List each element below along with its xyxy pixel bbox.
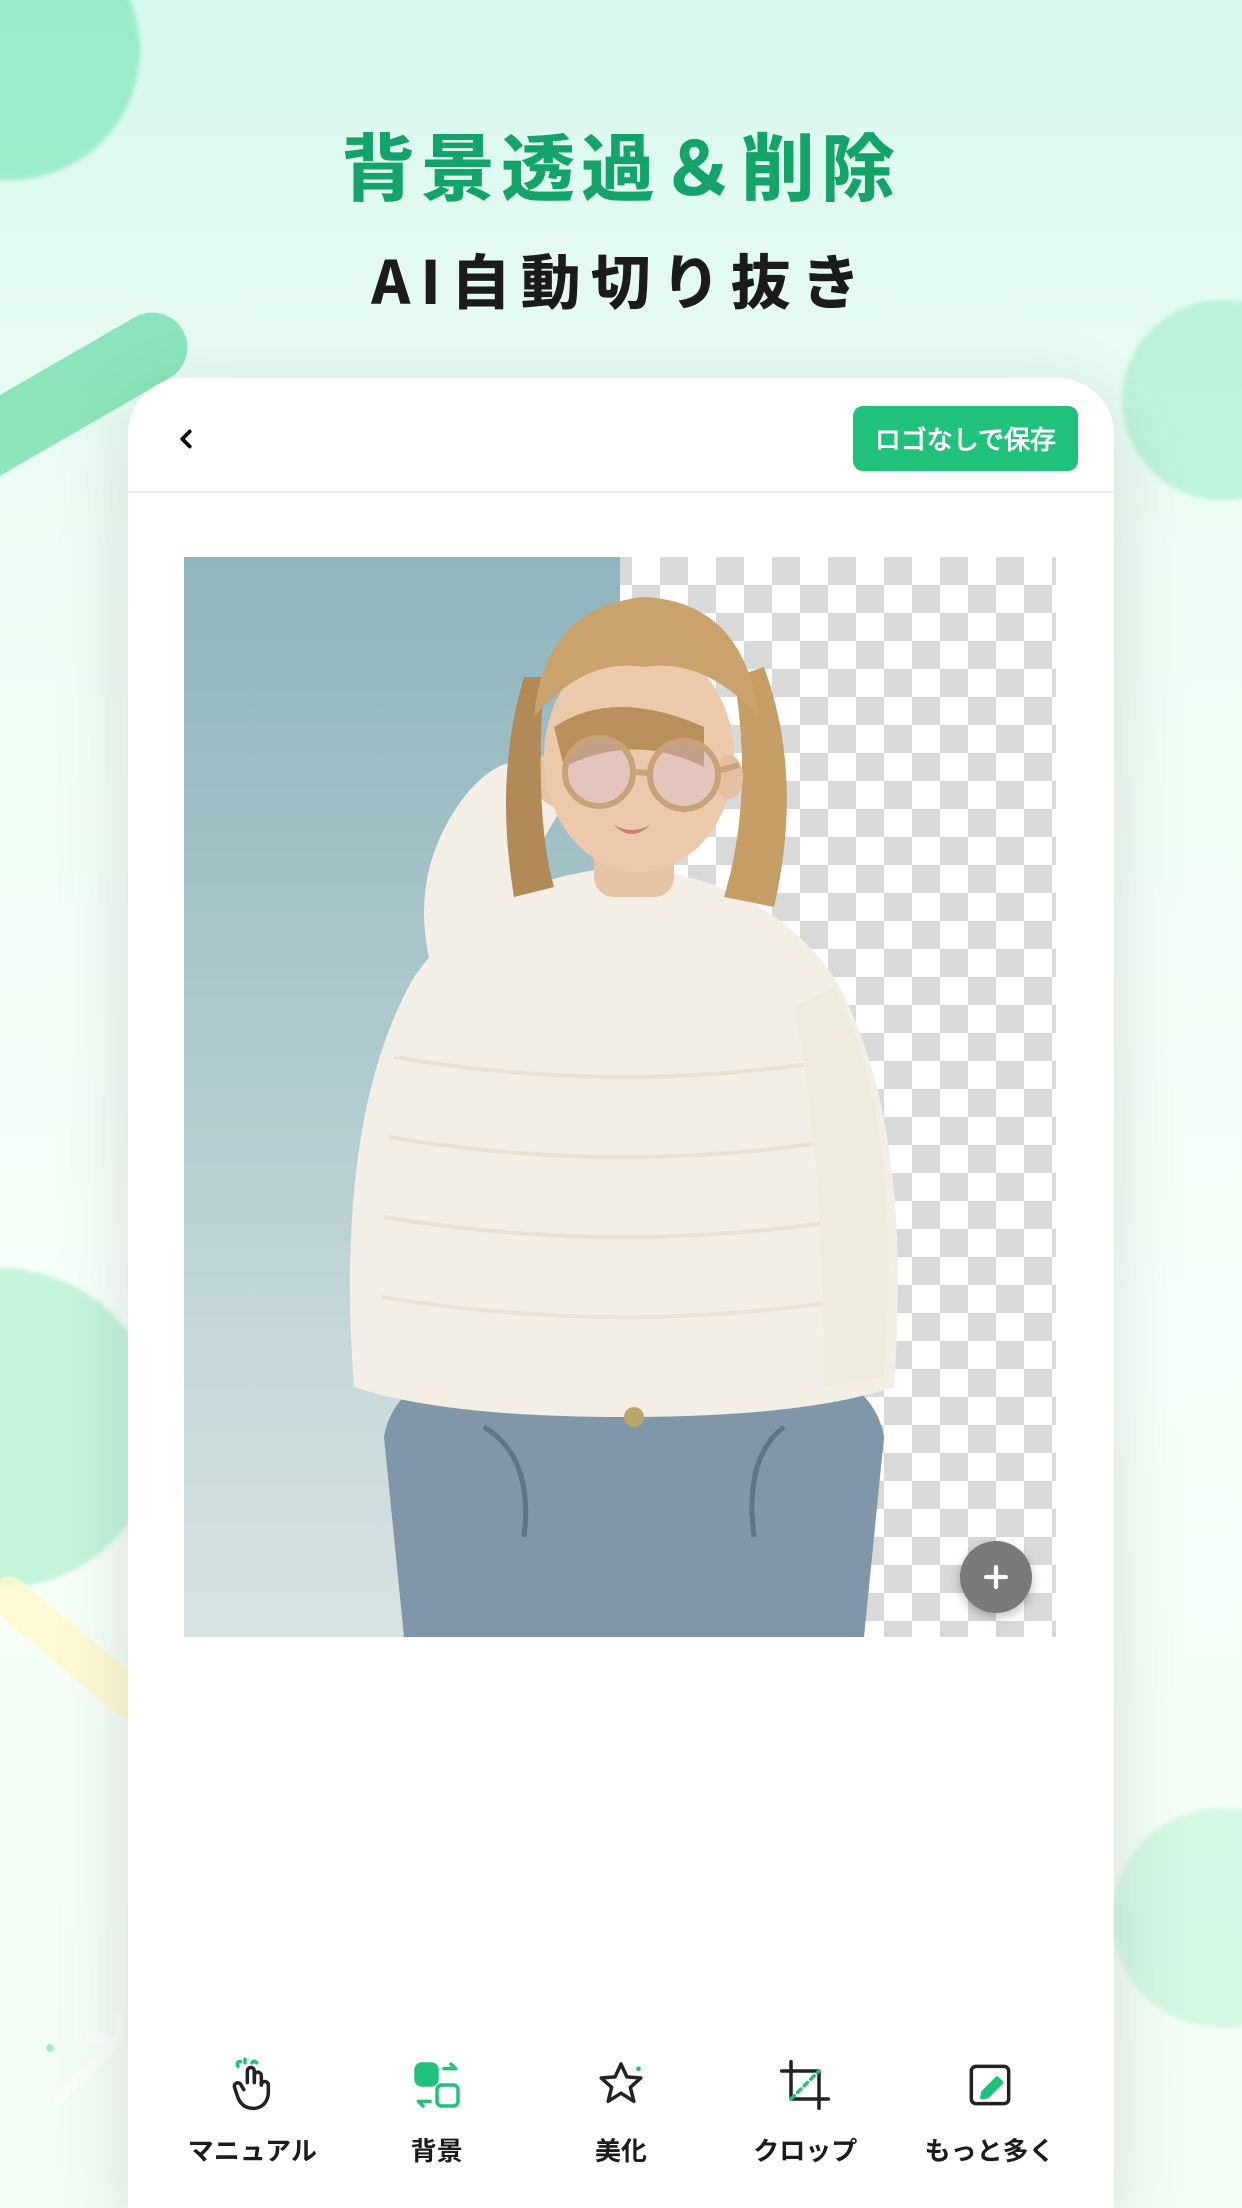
tool-label: 背景	[411, 2131, 463, 2168]
bottom-toolbar: マニュアル 背景	[128, 2053, 1114, 2168]
original-background-half	[184, 557, 620, 1637]
promo-background: 背景透過＆削除 AI自動切り抜き ロゴなしで保存	[0, 0, 1242, 2208]
phone-mockup: ロゴなしで保存	[128, 378, 1114, 2208]
crop-icon	[773, 2053, 837, 2117]
tool-more[interactable]: もっと多く	[910, 2053, 1070, 2168]
tool-beautify[interactable]: 美化	[541, 2053, 701, 2168]
star-sparkle-icon	[589, 2053, 653, 2117]
tool-crop[interactable]: クロップ	[725, 2053, 885, 2168]
tool-label: 美化	[595, 2131, 647, 2168]
decor-blob	[1112, 1808, 1242, 2028]
image-canvas[interactable]	[184, 557, 1056, 1637]
tool-background[interactable]: 背景	[357, 2053, 517, 2168]
tool-label: もっと多く	[925, 2131, 1055, 2168]
hand-tap-icon	[220, 2053, 284, 2117]
canvas-container	[128, 493, 1114, 1637]
tool-label: マニュアル	[188, 2131, 317, 2168]
save-without-logo-button[interactable]: ロゴなしで保存	[853, 406, 1078, 471]
plus-icon	[979, 1560, 1013, 1594]
headline-title: 背景透過＆削除	[0, 110, 1242, 217]
app-topbar: ロゴなしで保存	[128, 378, 1114, 493]
background-swap-icon	[405, 2053, 469, 2117]
decor-blob	[1122, 300, 1242, 500]
headline-subtitle: AI自動切り抜き	[0, 235, 1242, 322]
headline: 背景透過＆削除 AI自動切り抜き	[0, 110, 1242, 322]
tool-manual[interactable]: マニュアル	[172, 2053, 332, 2168]
tool-label: クロップ	[753, 2131, 857, 2168]
edit-note-icon	[958, 2053, 1022, 2117]
back-button[interactable]	[164, 417, 208, 461]
add-layer-button[interactable]	[960, 1541, 1032, 1613]
chevron-left-icon	[171, 424, 201, 454]
